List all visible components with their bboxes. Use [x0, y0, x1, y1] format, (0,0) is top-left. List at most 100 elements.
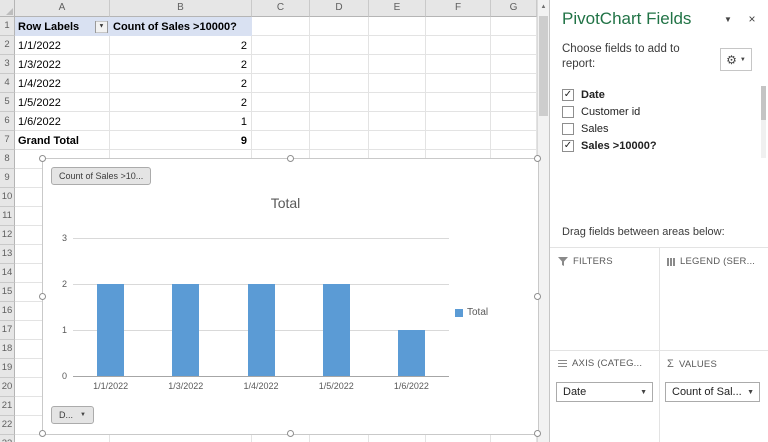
filter-dropdown-button[interactable]: ▼ [95, 20, 108, 33]
select-all-corner[interactable] [0, 0, 15, 17]
pivot-date-cell[interactable]: 1/4/2022 [15, 78, 110, 90]
bar-slot [73, 238, 148, 376]
pivot-count-cell[interactable]: 2 [110, 40, 252, 52]
bar-1/4/2022[interactable] [247, 284, 275, 376]
pivot-cell-count-header[interactable]: Count of Sales >10000? [110, 21, 252, 33]
chart-resize-handle[interactable] [534, 430, 541, 437]
pivot-date-cell[interactable]: 1/6/2022 [15, 116, 110, 128]
grand-total-value-cell[interactable]: 9 [110, 135, 252, 147]
checkbox-unchecked[interactable] [562, 105, 574, 118]
pivot-date-cell[interactable]: 1/1/2022 [15, 40, 110, 52]
chart-resize-handle[interactable] [286, 430, 294, 437]
chart-field-button-axis[interactable]: D... ▼ [51, 406, 94, 424]
column-header-e[interactable]: E [369, 0, 426, 17]
row-header-17[interactable]: 17 [0, 321, 15, 340]
x-axis-tick-label: 1/4/2022 [243, 381, 279, 391]
row-header-8[interactable]: 8 [0, 150, 15, 169]
checkbox-checked[interactable]: ✓ [562, 88, 574, 101]
field-list-scrollbar[interactable] [761, 86, 766, 158]
scrollbar-thumb[interactable] [539, 16, 548, 116]
pivot-count-cell[interactable]: 1 [110, 116, 252, 128]
pivot-date-cell[interactable]: 1/5/2022 [15, 97, 110, 109]
column-header-a[interactable]: A [15, 0, 110, 17]
row-header-2[interactable]: 2 [0, 36, 15, 55]
legend-area[interactable]: LEGEND (SER... [667, 256, 766, 267]
row-header-4[interactable]: 4 [0, 74, 15, 93]
pivot-chart[interactable]: Count of Sales >10... Total Total D... ▼… [39, 155, 541, 437]
row-header-7[interactable]: 7 [0, 131, 15, 150]
row-header-20[interactable]: 20 [0, 378, 15, 397]
chart-resize-handle[interactable] [534, 155, 541, 162]
bar-1/6/2022[interactable] [397, 330, 425, 376]
chart-resize-handle[interactable] [39, 292, 46, 300]
pivotchart-fields-pane: PivotChart Fields ▼ × Choose fields to a… [549, 0, 768, 442]
row-header-16[interactable]: 16 [0, 302, 15, 321]
column-header-c[interactable]: C [252, 0, 310, 17]
chart-field-button-axis-label: D... [59, 410, 74, 420]
pivot-cell-row-labels[interactable]: Row Labels ▼ [15, 20, 110, 33]
row-header-22[interactable]: 22 [0, 416, 15, 435]
y-axis-tick-label: 1 [61, 325, 67, 335]
pivot-count-cell[interactable]: 2 [110, 59, 252, 71]
values-field-dropdown[interactable]: Count of Sal... ▼ [665, 382, 760, 402]
chart-resize-handle[interactable] [286, 155, 294, 162]
row-header-11[interactable]: 11 [0, 207, 15, 226]
pane-close-icon[interactable]: × [744, 12, 760, 26]
row-header-14[interactable]: 14 [0, 264, 15, 283]
axis-area[interactable]: AXIS (CATEG... [558, 358, 655, 369]
field-item-sales[interactable]: Sales [562, 120, 748, 137]
column-header-b[interactable]: B [110, 0, 252, 17]
row-header-18[interactable]: 18 [0, 340, 15, 359]
row-header-6[interactable]: 6 [0, 112, 15, 131]
field-list-scroll-thumb[interactable] [761, 86, 766, 120]
scroll-up-icon[interactable]: ▲ [538, 0, 549, 14]
row-header-3[interactable]: 3 [0, 55, 15, 74]
bar-1/5/2022[interactable] [322, 284, 350, 376]
axis-rows-icon [558, 360, 567, 367]
row-header-9[interactable]: 9 [0, 169, 15, 188]
chart-resize-handle[interactable] [534, 292, 541, 300]
row-header-5[interactable]: 5 [0, 93, 15, 112]
pane-options-chevron-icon[interactable]: ▼ [720, 15, 736, 24]
filters-area[interactable]: FILTERS [558, 256, 655, 267]
pivot-count-cell[interactable]: 2 [110, 78, 252, 90]
row-header-15[interactable]: 15 [0, 283, 15, 302]
row-header-10[interactable]: 10 [0, 188, 15, 207]
pivot-date-cell[interactable]: 1/3/2022 [15, 59, 110, 71]
values-area[interactable]: Σ VALUES [667, 358, 766, 370]
row-labels-text: Row Labels [18, 20, 80, 33]
column-header-g[interactable]: G [491, 0, 537, 17]
pivot-count-cell[interactable]: 2 [110, 97, 252, 109]
x-axis-tick-label: 1/3/2022 [168, 381, 204, 391]
pivot-row: 1/4/2022 2 [15, 74, 252, 93]
tools-gear-button[interactable]: ⚙ ▼ [720, 48, 752, 71]
chart-legend[interactable]: Total [455, 307, 488, 318]
row-header-13[interactable]: 13 [0, 245, 15, 264]
field-item-customer-id[interactable]: Customer id [562, 103, 748, 120]
row-header-19[interactable]: 19 [0, 359, 15, 378]
chevron-down-icon: ▼ [739, 56, 746, 63]
bar-1/3/2022[interactable] [172, 284, 200, 376]
row-header-12[interactable]: 12 [0, 226, 15, 245]
field-item-date[interactable]: ✓ Date [562, 86, 748, 103]
column-header-d[interactable]: D [310, 0, 369, 17]
column-header-f[interactable]: F [426, 0, 491, 17]
checkbox-checked[interactable]: ✓ [562, 139, 574, 152]
filter-icon [558, 257, 568, 266]
checkbox-unchecked[interactable] [562, 122, 574, 135]
axis-field-value: Date [563, 386, 587, 398]
pivot-data-rows: 1/1/2022 2 1/3/2022 2 1/4/2022 2 1/5/2022 2 1/6/… [15, 36, 252, 131]
chart-resize-handle[interactable] [39, 155, 46, 162]
row-header-1[interactable]: 1 [0, 17, 15, 36]
row-header-21[interactable]: 21 [0, 397, 15, 416]
chart-field-button-values-label: Count of Sales >10... [59, 171, 144, 181]
field-item-sales-10000-[interactable]: ✓ Sales >10000? [562, 137, 748, 154]
row-header-23[interactable]: 23 [0, 435, 15, 442]
axis-field-dropdown[interactable]: Date ▼ [556, 382, 653, 402]
field-label: Sales >10000? [581, 139, 657, 152]
chart-resize-handle[interactable] [39, 430, 46, 437]
chart-title[interactable]: Total [73, 195, 498, 211]
grand-total-label-cell[interactable]: Grand Total [15, 135, 110, 147]
chart-field-button-values[interactable]: Count of Sales >10... [51, 167, 152, 185]
bar-1/1/2022[interactable] [97, 284, 125, 376]
